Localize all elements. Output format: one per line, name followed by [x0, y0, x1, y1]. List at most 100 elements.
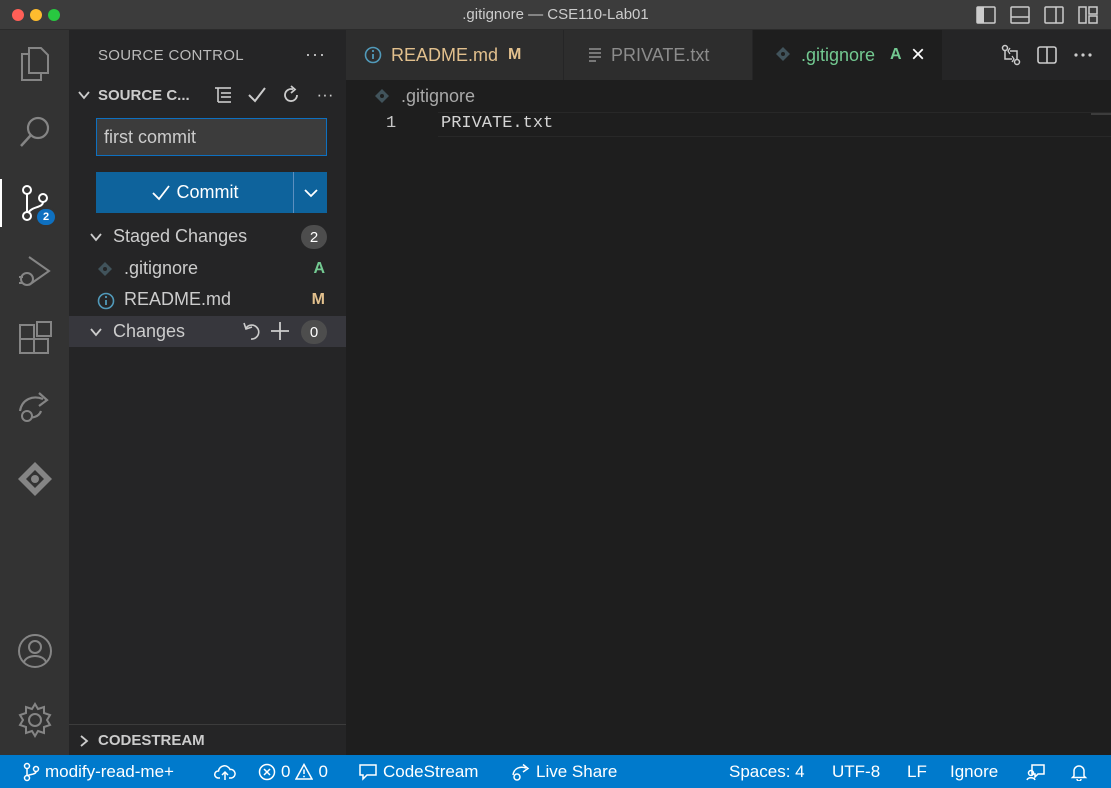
toggle-secondary-sidebar-icon[interactable] [1041, 4, 1067, 26]
tab-readme[interactable]: README.md M [346, 30, 564, 80]
commit-check-icon[interactable] [244, 84, 270, 106]
encoding-status[interactable]: UTF-8 [832, 755, 880, 788]
window-title: .gitignore — CSE110-Lab01 [462, 6, 649, 23]
chevron-down-icon [89, 230, 103, 244]
title-bar: .gitignore — CSE110-Lab01 [0, 0, 1111, 30]
view-as-tree-icon[interactable] [210, 84, 236, 106]
changes-label: Changes [113, 321, 186, 341]
breadcrumb: .gitignore [346, 80, 1111, 110]
chevron-down-icon [77, 88, 91, 102]
codestream-section-header[interactable]: CODESTREAM [69, 724, 346, 755]
codestream-section-title: CODESTREAM [98, 731, 205, 749]
tab-private[interactable]: PRIVATE.txt [564, 30, 753, 80]
sidebar-header: SOURCE CONTROL ··· [69, 30, 346, 80]
stage-all-changes-icon[interactable] [270, 321, 290, 341]
code-line[interactable]: PRIVATE.txt [441, 114, 553, 133]
accounts-icon[interactable] [0, 623, 69, 679]
comment-icon [359, 763, 377, 781]
indentation-status[interactable]: Spaces: 4 [729, 755, 805, 788]
status-bar: modify-read-me+ 0 0 CodeStream Live Shar… [0, 755, 1111, 788]
eol-status[interactable]: LF [907, 755, 927, 788]
chevron-down-icon [89, 325, 103, 339]
discard-all-changes-icon[interactable] [242, 321, 262, 341]
more-actions-icon[interactable] [1071, 44, 1095, 66]
close-tab-icon[interactable]: × [911, 41, 925, 69]
error-icon [258, 763, 276, 780]
overview-ruler [1091, 113, 1111, 115]
tab-status: M [508, 46, 522, 63]
codestream-icon[interactable] [0, 451, 69, 507]
line-number: 1 [386, 114, 397, 133]
live-share-status[interactable]: Live Share [511, 755, 617, 788]
commit-dropdown-button[interactable] [293, 172, 327, 213]
source-control-icon[interactable]: 2 [0, 175, 69, 231]
staged-file-name: README.md [124, 289, 232, 309]
text-file-icon [588, 46, 602, 62]
publish-branch-button[interactable] [214, 755, 236, 788]
staged-file-row[interactable]: README.md M [69, 284, 346, 315]
codestream-label: CodeStream [383, 761, 479, 781]
tab-label: README.md [391, 45, 499, 65]
file-status-modified: M [311, 290, 325, 308]
staged-changes-label: Staged Changes [113, 226, 248, 246]
live-share-icon [512, 763, 530, 781]
branch-name: modify-read-me+ [45, 761, 174, 781]
editor-tab-bar: README.md M PRIVATE.txt .gitignore A × [346, 30, 1111, 80]
notifications-button[interactable] [1070, 755, 1088, 788]
language-mode-status[interactable]: Ignore [950, 755, 998, 788]
git-file-icon [374, 88, 390, 104]
error-count: 0 [281, 761, 291, 781]
bell-icon [1070, 764, 1088, 781]
live-share-icon[interactable] [0, 379, 69, 435]
git-file-icon [775, 46, 791, 62]
live-share-label: Live Share [536, 761, 618, 781]
source-control-sidebar: SOURCE CONTROL ··· SOURCE C... ··· Commi… [69, 30, 346, 755]
section-title: SOURCE C... [98, 86, 190, 104]
git-branch-icon [23, 762, 40, 781]
sidebar-more-icon[interactable]: ··· [305, 44, 326, 65]
staged-file-row[interactable]: .gitignore A [69, 253, 346, 284]
info-icon [97, 292, 115, 310]
commit-message-input[interactable] [96, 118, 327, 156]
feedback-button[interactable] [1026, 755, 1046, 788]
toggle-panel-icon[interactable] [1007, 4, 1033, 26]
tab-label: .gitignore [801, 45, 876, 65]
staged-file-name: .gitignore [124, 258, 199, 278]
cloud-upload-icon [214, 764, 236, 780]
toggle-primary-sidebar-icon[interactable] [973, 4, 999, 26]
extensions-icon[interactable] [0, 311, 69, 367]
breadcrumb-file[interactable]: .gitignore [401, 86, 475, 107]
source-control-section-header[interactable]: SOURCE C... ··· [69, 80, 346, 110]
changes-group[interactable]: Changes 0 [69, 316, 346, 347]
git-file-icon [97, 261, 113, 277]
customize-layout-icon[interactable] [1075, 4, 1101, 26]
staged-count-badge: 2 [301, 225, 327, 249]
code-editor[interactable]: 1 PRIVATE.txt [346, 110, 1111, 755]
tab-label: PRIVATE.txt [611, 45, 710, 65]
changes-count-badge: 0 [301, 320, 327, 344]
section-more-icon[interactable]: ··· [312, 84, 338, 106]
split-editor-icon[interactable] [1035, 44, 1059, 66]
check-icon [151, 184, 170, 200]
chevron-right-icon [77, 734, 91, 748]
sidebar-title: SOURCE CONTROL [98, 46, 244, 64]
commit-button-label: Commit [176, 182, 239, 202]
codestream-status[interactable]: CodeStream [358, 755, 478, 788]
feedback-icon [1026, 763, 1045, 780]
staged-changes-group[interactable]: Staged Changes 2 [69, 221, 346, 252]
run-debug-icon[interactable] [0, 243, 69, 299]
commit-button[interactable]: Commit [96, 172, 293, 213]
warning-count: 0 [318, 761, 328, 781]
refresh-icon[interactable] [278, 84, 304, 106]
explorer-icon[interactable] [0, 36, 69, 92]
search-icon[interactable] [0, 104, 69, 160]
source-control-badge: 2 [35, 207, 57, 227]
branch-status[interactable]: modify-read-me+ [22, 755, 174, 788]
activity-bar: 2 [0, 30, 69, 755]
open-changes-icon[interactable] [999, 44, 1023, 66]
manage-gear-icon[interactable] [0, 692, 69, 748]
info-icon [364, 46, 382, 64]
tab-gitignore[interactable]: .gitignore A × [753, 30, 943, 80]
problems-status[interactable]: 0 0 [258, 755, 328, 788]
tab-status: A [890, 46, 902, 63]
